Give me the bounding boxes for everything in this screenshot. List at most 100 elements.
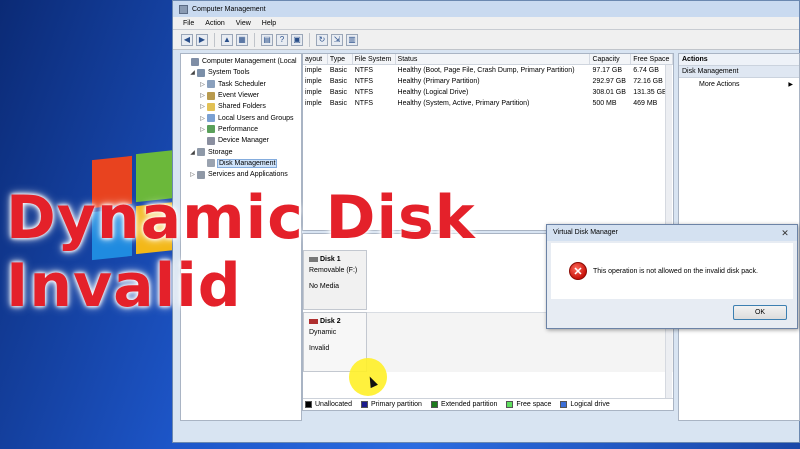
legend-label: Logical drive: [570, 401, 610, 408]
refresh-icon[interactable]: ↻: [316, 33, 328, 46]
up-folder-icon[interactable]: ▲: [221, 33, 233, 46]
table-cell: imple: [305, 100, 322, 107]
expand-icon[interactable]: ▷: [199, 92, 206, 99]
legend-swatch: [305, 401, 312, 408]
disk-icon: [309, 256, 318, 262]
export-icon[interactable]: ⇲: [331, 33, 343, 46]
caption-line-1: Dynamic Disk: [6, 183, 476, 253]
table-cell: NTFS: [354, 78, 374, 85]
tree-item-label: Storage: [208, 148, 233, 156]
dialog-message: This operation is not allowed on the inv…: [593, 267, 758, 275]
tree-item[interactable]: ◢ Storage: [181, 146, 301, 157]
table-cell: Healthy (Boot, Page File, Crash Dump, Pr…: [397, 67, 575, 74]
menu-view[interactable]: View: [236, 20, 251, 27]
tree-item[interactable]: Disk Management: [181, 158, 301, 169]
help-icon[interactable]: ?: [276, 33, 288, 46]
expand-icon[interactable]: ▷: [199, 103, 206, 110]
table-cell: NTFS: [354, 89, 374, 96]
more-actions-label: More Actions: [699, 81, 740, 88]
expand-icon[interactable]: ▷: [199, 126, 206, 133]
volume-list-scrollbar[interactable]: [665, 65, 672, 230]
table-cell: 292.97 GB: [592, 78, 626, 85]
tree-item-label: Task Scheduler: [218, 80, 266, 88]
back-icon[interactable]: ◀: [181, 33, 193, 46]
table-cell: imple: [305, 78, 322, 85]
tree-item[interactable]: ▷ Local Users and Groups: [181, 112, 301, 123]
tree-node-icon: [197, 170, 205, 179]
volume-list-header: ayout Type File System Status Capacity F…: [303, 54, 673, 65]
col-layout[interactable]: ayout: [303, 54, 328, 64]
table-cell: Healthy (Logical Drive): [397, 89, 469, 96]
tree-item[interactable]: ▷ Services and Applications: [181, 169, 301, 180]
forward-icon[interactable]: ▶: [196, 33, 208, 46]
tree-node-icon: [207, 136, 215, 145]
extended-view-icon[interactable]: ▣: [291, 33, 303, 46]
table-cell: 308.01 GB: [592, 89, 626, 96]
table-cell: imple: [305, 89, 322, 96]
legend-label: Unallocated: [315, 401, 352, 408]
tree-item[interactable]: ▷ Task Scheduler: [181, 79, 301, 90]
tree-node-icon: [191, 57, 199, 66]
submenu-arrow-icon: ▶: [788, 82, 793, 88]
col-capacity[interactable]: Capacity: [590, 54, 632, 64]
tree-item[interactable]: ▷ Performance: [181, 124, 301, 135]
table-row[interactable]: imple Basic NTFS Healthy (Primary Partition…: [303, 76, 673, 87]
col-type[interactable]: Type: [328, 54, 353, 64]
app-icon: [179, 4, 188, 14]
menu-action[interactable]: Action: [205, 20, 224, 27]
tree-item-label: Local Users and Groups: [218, 114, 294, 122]
actions-section-disk-management[interactable]: Disk Management: [679, 66, 799, 78]
table-row[interactable]: imple Basic NTFS Healthy (Boot, Page File, …: [303, 65, 673, 76]
tree-item[interactable]: ▷ Event Viewer: [181, 90, 301, 101]
table-cell: 500 MB: [592, 100, 617, 107]
tree-node-icon: [207, 80, 215, 89]
table-row[interactable]: imple Basic NTFS Healthy (Logical Drive) 308…: [303, 87, 673, 98]
dialog-body: ✕ This operation is not allowed on the i…: [551, 243, 793, 299]
col-free-space[interactable]: Free Space: [631, 54, 673, 64]
table-cell: NTFS: [354, 67, 374, 74]
legend-label: Extended partition: [440, 401, 498, 408]
ok-button[interactable]: OK: [733, 305, 787, 320]
table-cell: Healthy (System, Active, Primary Partiti…: [397, 100, 530, 107]
table-cell: imple: [305, 67, 322, 74]
table-cell: Basic: [329, 78, 347, 85]
disk-2-type: Dynamic: [309, 329, 337, 336]
tree-node-icon: [207, 91, 215, 100]
tree-item[interactable]: ▷ Shared Folders: [181, 101, 301, 112]
col-file-system[interactable]: File System: [353, 54, 396, 64]
properties-icon[interactable]: ▤: [261, 33, 273, 46]
expand-icon[interactable]: ◢: [189, 69, 196, 76]
expand-icon[interactable]: ▷: [199, 115, 206, 122]
more-actions-item[interactable]: More Actions ▶: [679, 78, 799, 92]
disk-warning-icon: [309, 318, 318, 324]
legend-swatch: [560, 401, 568, 408]
window-title: Computer Management: [192, 5, 266, 13]
disk-1-type: Removable (F:): [309, 267, 358, 274]
tree-item-label: Shared Folders: [218, 103, 266, 111]
expand-icon[interactable]: ◢: [189, 149, 196, 156]
show-hide-tree-icon[interactable]: ▦: [236, 33, 248, 46]
tree-item-label: System Tools: [208, 69, 250, 77]
expand-icon[interactable]: ▷: [199, 81, 206, 88]
table-cell: Basic: [329, 100, 347, 107]
virtual-disk-manager-dialog: Virtual Disk Manager ✕ ✕ This operation …: [546, 224, 798, 329]
table-row[interactable]: imple Basic NTFS Healthy (System, Active, P…: [303, 98, 673, 109]
tree-item-label: Device Manager: [218, 137, 269, 145]
tree-item[interactable]: Computer Management (Local: [181, 56, 301, 67]
error-icon: ✕: [569, 262, 587, 280]
disk-1-name: Disk 1: [320, 256, 341, 263]
expand-icon[interactable]: ▷: [189, 171, 196, 178]
tree-item-label: Event Viewer: [218, 92, 260, 100]
col-status[interactable]: Status: [396, 54, 591, 64]
disk-legend: Unallocated Primary partition Extended par…: [303, 398, 673, 410]
menu-file[interactable]: File: [183, 20, 194, 27]
legend-label: Primary partition: [370, 401, 422, 408]
close-icon[interactable]: ✕: [779, 225, 791, 241]
tree-item[interactable]: ◢ System Tools: [181, 67, 301, 78]
disk-1-box[interactable]: Disk 1 Removable (F:) No Media: [303, 250, 367, 310]
tree-item[interactable]: Device Manager: [181, 135, 301, 146]
settings-icon[interactable]: ▥: [346, 33, 358, 46]
toolbar: ◀ ▶ ▲ ▦ ▤ ? ▣ ↻ ⇲ ▥: [173, 30, 799, 50]
disk-1-status: No Media: [309, 283, 339, 290]
menu-help[interactable]: Help: [262, 20, 276, 27]
